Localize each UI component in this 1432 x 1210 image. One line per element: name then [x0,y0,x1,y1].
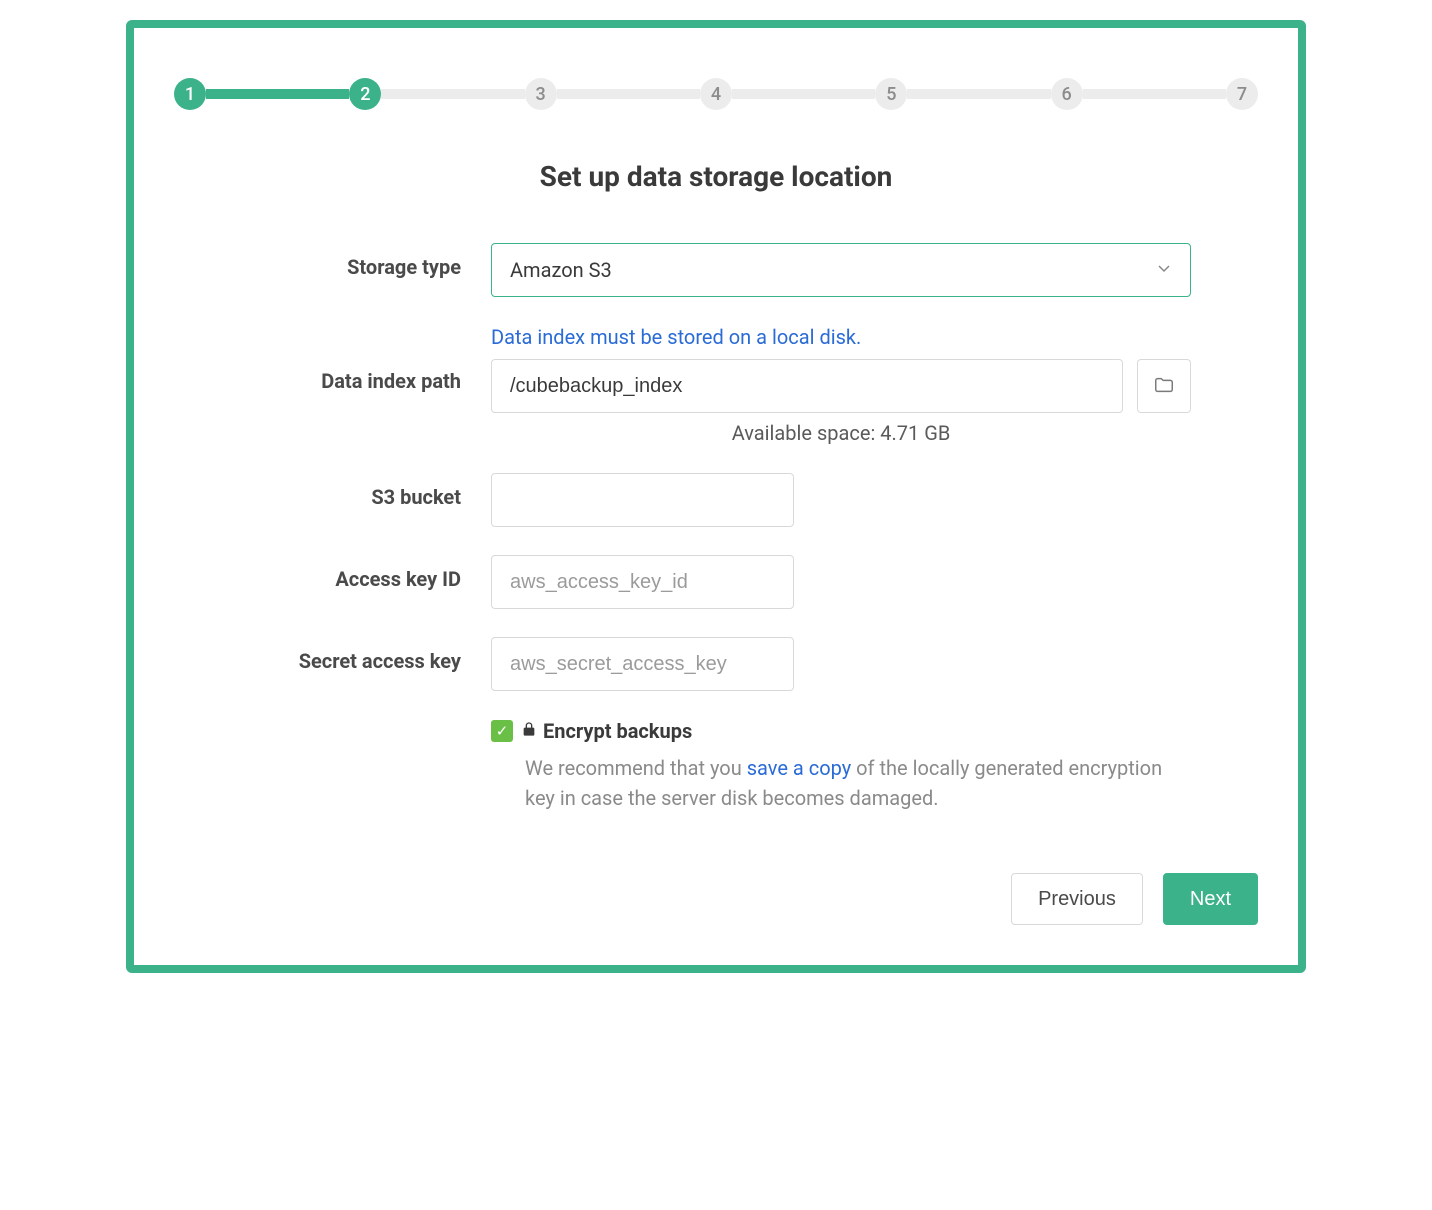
row-encrypt: ✓ Encrypt backups We recommend that you … [241,719,1191,813]
storage-type-label: Storage type [241,243,491,279]
step-1[interactable]: 1 [174,78,206,110]
folder-icon [1153,374,1175,399]
previous-button[interactable]: Previous [1011,873,1143,925]
encrypt-checkbox[interactable]: ✓ [491,720,513,742]
storage-form: Storage type Amazon S3 Data index path D… [241,243,1191,813]
step-bar-1-2 [206,89,349,99]
step-6[interactable]: 6 [1051,78,1083,110]
recommend-pre: We recommend that you [525,756,747,780]
browse-folder-button[interactable] [1137,359,1191,413]
encrypt-label: Encrypt backups [521,719,692,743]
secret-key-label: Secret access key [241,637,491,673]
row-storage-type: Storage type Amazon S3 [241,243,1191,297]
s3-bucket-label: S3 bucket [241,473,491,509]
access-key-input[interactable] [491,555,794,609]
wizard-actions: Previous Next [174,873,1258,925]
s3-bucket-input[interactable] [491,473,794,527]
stepper: 1 2 3 4 5 6 7 [174,78,1258,110]
save-a-copy-link[interactable]: save a copy [747,756,851,780]
data-index-label: Data index path [241,325,491,393]
check-icon: ✓ [496,722,509,740]
step-2[interactable]: 2 [349,78,381,110]
available-space-text: Available space: 4.71 GB [491,421,1191,445]
step-bar-5-6 [907,89,1050,99]
step-bar-4-5 [732,89,875,99]
encrypt-label-col [241,719,491,731]
storage-type-value: Amazon S3 [510,258,612,282]
step-bar-3-4 [557,89,700,99]
row-data-index: Data index path Data index must be store… [241,325,1191,445]
step-4[interactable]: 4 [700,78,732,110]
setup-wizard-panel: 1 2 3 4 5 6 7 Set up data storage locati… [126,20,1306,973]
row-secret-key: Secret access key [241,637,1191,691]
storage-type-select[interactable]: Amazon S3 [491,243,1191,297]
row-s3-bucket: S3 bucket [241,473,1191,527]
next-button[interactable]: Next [1163,873,1258,925]
page-title: Set up data storage location [174,160,1258,193]
step-3[interactable]: 3 [525,78,557,110]
data-index-hint: Data index must be stored on a local dis… [491,325,1191,349]
step-5[interactable]: 5 [875,78,907,110]
step-bar-2-3 [381,89,524,99]
step-bar-6-7 [1083,89,1226,99]
step-7[interactable]: 7 [1226,78,1258,110]
chevron-down-icon [1156,260,1172,280]
secret-key-input[interactable] [491,637,794,691]
data-index-input[interactable] [491,359,1123,413]
access-key-label: Access key ID [241,555,491,591]
row-access-key: Access key ID [241,555,1191,609]
encrypt-recommendation: We recommend that you save a copy of the… [525,753,1191,813]
encrypt-label-text: Encrypt backups [543,719,692,743]
lock-icon [521,721,537,742]
